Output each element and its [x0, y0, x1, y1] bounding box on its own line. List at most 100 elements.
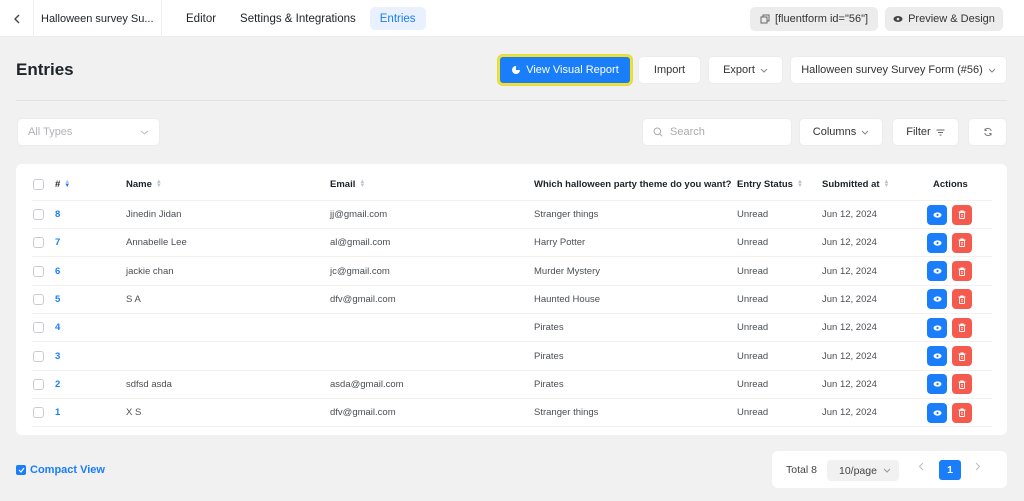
top-bar: Halloween survey Su... Editor Settings &…	[0, 0, 1024, 37]
delete-entry-button[interactable]	[952, 204, 972, 225]
tab-editor[interactable]: Editor	[176, 7, 226, 30]
export-dropdown[interactable]: Export	[708, 56, 783, 84]
import-label: Import	[653, 64, 686, 76]
tab-settings-integrations[interactable]: Settings & Integrations	[230, 7, 366, 30]
row-checkbox[interactable]	[33, 378, 44, 390]
prev-page-button[interactable]	[918, 462, 924, 474]
preview-design-button[interactable]: Preview & Design	[885, 7, 1003, 31]
page-button-current[interactable]: 1	[939, 460, 961, 480]
eye-icon	[933, 296, 941, 302]
column-header-email[interactable]: Email ▲ ▼	[330, 179, 365, 190]
chevron-down-icon	[883, 468, 891, 473]
delete-entry-button[interactable]	[952, 289, 972, 310]
entry-submitted-at: Jun 12, 2024	[822, 378, 877, 390]
table-row[interactable]: 7 Annabelle Lee al@gmail.com Harry Potter Un…	[32, 229, 992, 258]
back-button[interactable]	[0, 0, 34, 37]
import-button[interactable]: Import	[638, 56, 701, 84]
column-header-theme[interactable]: Which halloween party theme do you want?…	[534, 179, 741, 190]
view-visual-report-button[interactable]: View Visual Report	[498, 55, 632, 85]
columns-dropdown[interactable]: Columns	[799, 118, 883, 146]
entry-submitted-at: Jun 12, 2024	[822, 407, 877, 419]
delete-entry-button[interactable]	[952, 232, 972, 253]
view-entry-button[interactable]	[927, 346, 947, 366]
page-size-select[interactable]: 10/page	[827, 460, 899, 481]
entry-id-link[interactable]: 8	[55, 209, 60, 220]
column-header-id[interactable]: # ▲ ▼	[55, 179, 70, 190]
table-row[interactable]: 6 jackie chan jc@gmail.com Murder Mystery Un…	[32, 258, 992, 286]
entry-status: Unread	[737, 209, 769, 220]
eye-icon	[933, 353, 941, 359]
delete-entry-button[interactable]	[952, 346, 972, 366]
row-checkbox[interactable]	[33, 265, 44, 277]
pie-chart-icon	[512, 66, 521, 74]
row-checkbox[interactable]	[33, 322, 44, 334]
entry-email: jj@gmail.com	[330, 209, 388, 220]
search-input[interactable]: Search	[642, 118, 792, 146]
row-actions	[927, 289, 972, 310]
entry-id-link[interactable]: 4	[55, 322, 60, 333]
view-entry-button[interactable]	[927, 289, 947, 310]
column-header-submitted-at[interactable]: Submitted at ▲ ▼	[822, 179, 889, 190]
columns-label: Columns	[812, 126, 857, 138]
form-selector-dropdown[interactable]: Halloween survey Survey Form (#56)	[790, 56, 1007, 84]
next-page-button[interactable]	[975, 462, 981, 474]
compact-view-toggle[interactable]: Compact View	[16, 464, 105, 476]
sort-icon[interactable]: ▲ ▼	[64, 179, 70, 189]
filter-button[interactable]: Filter	[892, 118, 959, 146]
row-checkbox[interactable]	[33, 407, 44, 419]
entry-id-link[interactable]: 7	[55, 237, 60, 248]
column-header-name[interactable]: Name ▲ ▼	[126, 179, 162, 190]
view-entry-button[interactable]	[927, 232, 947, 253]
delete-entry-button[interactable]	[952, 402, 972, 423]
pagination: Total 8 10/page 1	[772, 451, 1007, 488]
column-header-label: Which halloween party theme do you want?	[534, 178, 732, 190]
delete-entry-button[interactable]	[952, 374, 972, 395]
entry-id-link[interactable]: 2	[55, 379, 60, 390]
row-checkbox[interactable]	[33, 350, 44, 362]
table-row[interactable]: 5 S A dfv@gmail.com Haunted House Unread Jun …	[32, 286, 992, 314]
tab-entries[interactable]: Entries	[369, 7, 426, 30]
row-checkbox[interactable]	[33, 209, 44, 220]
entry-theme: Haunted House	[534, 293, 601, 305]
total-count: Total 8	[786, 464, 817, 476]
form-title: Halloween survey Su...	[34, 0, 162, 37]
compact-view-checkbox[interactable]	[16, 465, 26, 475]
sort-icon[interactable]: ▲ ▼	[359, 179, 365, 189]
entry-id-link[interactable]: 3	[55, 351, 60, 362]
delete-entry-button[interactable]	[952, 261, 972, 282]
entry-theme: Pirates	[534, 322, 564, 334]
entry-name: S A	[126, 293, 141, 305]
refresh-button[interactable]	[968, 118, 1007, 146]
view-entry-button[interactable]	[927, 317, 947, 338]
entry-id-link[interactable]: 5	[55, 294, 60, 305]
entry-theme: Pirates	[534, 378, 564, 390]
entry-email: asda@gmail.com	[330, 378, 404, 390]
entry-name: X S	[126, 407, 142, 419]
export-label: Export	[723, 64, 755, 76]
table-row[interactable]: 2 sdfsd asda asda@gmail.com Pirates Unread Ju…	[32, 371, 992, 399]
row-checkbox[interactable]	[33, 293, 44, 305]
entry-id-link[interactable]: 1	[55, 407, 60, 418]
column-header-label: #	[55, 178, 61, 190]
column-header-entry-status[interactable]: Entry Status ▲ ▼	[737, 179, 803, 190]
entry-id-link[interactable]: 6	[55, 266, 60, 277]
column-header-actions: Actions	[933, 179, 968, 190]
table-row[interactable]: 1 X S dfv@gmail.com Stranger things Unread Ju…	[32, 399, 992, 428]
table-row[interactable]: 4 Pirates Unread Jun 12, 2024	[32, 314, 992, 343]
select-all-checkbox[interactable]	[33, 178, 44, 190]
delete-entry-button[interactable]	[952, 317, 972, 338]
entry-submitted-at: Jun 12, 2024	[822, 293, 877, 305]
sort-icon[interactable]: ▲ ▼	[156, 179, 162, 189]
view-entry-button[interactable]	[927, 374, 947, 395]
view-entry-button[interactable]	[927, 261, 947, 282]
view-entry-button[interactable]	[927, 402, 947, 423]
row-checkbox[interactable]	[33, 237, 44, 249]
chevron-down-icon	[140, 130, 149, 135]
table-row[interactable]: 3 Pirates Unread Jun 12, 2024	[32, 343, 992, 371]
table-row[interactable]: 8 Jinedin Jidan jj@gmail.com Stranger thing…	[32, 201, 992, 229]
view-entry-button[interactable]	[927, 204, 947, 225]
shortcode-copy-button[interactable]: [fluentform id="56"]	[750, 7, 878, 31]
sort-icon[interactable]: ▲ ▼	[797, 179, 803, 189]
sort-icon[interactable]: ▲ ▼	[884, 179, 890, 189]
entry-type-select[interactable]: All Types	[17, 118, 160, 146]
